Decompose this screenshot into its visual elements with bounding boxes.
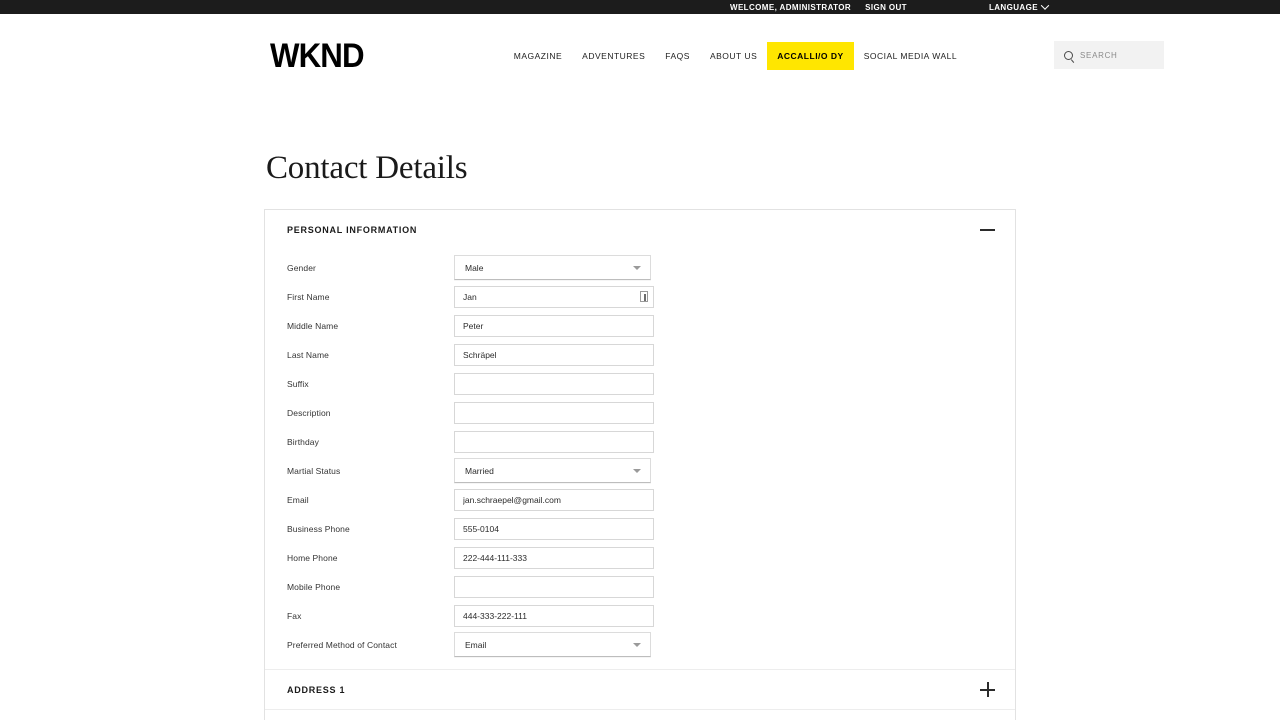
field-label-middle-name: Middle Name (287, 320, 339, 331)
field-label-gender: Gender (287, 262, 316, 273)
input-suffix[interactable] (454, 372, 654, 395)
section-header-address-1[interactable]: ADDRESS 1 (265, 670, 1015, 709)
select-value: Email (465, 639, 487, 650)
select-gender[interactable]: Male (454, 255, 651, 280)
field-control-birthday (454, 430, 654, 453)
search-icon (1064, 50, 1073, 60)
field-control-first-name (454, 285, 654, 308)
form-row-fax: Fax (265, 601, 1015, 630)
input-home-phone[interactable] (454, 546, 654, 569)
utility-bar: WELCOME, ADMINISTRATOR SIGN OUT LANGUAGE (0, 0, 1280, 14)
language-selector[interactable]: LANGUAGE (988, 1, 1050, 12)
input-email[interactable] (454, 488, 654, 511)
form-row-middle-name: Middle Name (265, 311, 1015, 340)
form-row-business-phone: Business Phone (265, 514, 1015, 543)
main-navigation: MAGAZINE ADVENTURES FAQS ABOUT US ACCALLI/O … (504, 42, 967, 70)
section-header-personal-information[interactable]: PERSONAL INFORMATION (265, 210, 1015, 249)
chevron-down-icon (1040, 1, 1050, 10)
form-row-mobile-phone: Mobile Phone (265, 572, 1015, 601)
sign-out-link[interactable]: SIGN OUT (865, 3, 907, 12)
field-label-business-phone: Business Phone (287, 523, 350, 534)
main-content: Contact Details PERSONAL INFORMATION Gen… (264, 98, 1016, 720)
field-control-gender: Male (454, 255, 651, 280)
form-row-first-name: First Name (265, 282, 1015, 311)
nav-item-faqs[interactable]: FAQS (655, 42, 700, 70)
wknd-logo[interactable]: WKND (270, 39, 365, 73)
minus-icon[interactable] (980, 228, 995, 231)
form-row-email: Email (265, 485, 1015, 514)
input-fax[interactable] (454, 604, 654, 627)
nav-item-accalli-o-dy[interactable]: ACCALLI/O DY (767, 42, 854, 70)
field-control-last-name (454, 343, 654, 366)
field-control-description (454, 401, 654, 424)
field-control-home-phone (454, 546, 654, 569)
select-martial-status[interactable]: Married (454, 458, 651, 483)
field-label-birthday: Birthday (287, 436, 319, 447)
input-mobile-phone[interactable] (454, 575, 654, 598)
chevron-down-icon (633, 468, 641, 473)
field-label-fax: Fax (287, 610, 302, 621)
nav-item-about-us[interactable]: ABOUT US (700, 42, 767, 70)
language-label: LANGUAGE (988, 2, 1038, 12)
input-first-name[interactable] (454, 285, 654, 308)
search-input[interactable]: SEARCH (1054, 41, 1164, 69)
field-control-email (454, 488, 654, 511)
field-label-mobile-phone: Mobile Phone (287, 581, 341, 592)
nav-item-social-media-wall[interactable]: SOCIAL MEDIA WALL (854, 42, 967, 70)
plus-icon[interactable] (980, 682, 995, 697)
input-last-name[interactable] (454, 343, 654, 366)
field-label-first-name: First Name (287, 291, 330, 302)
form-row-suffix: Suffix (265, 369, 1015, 398)
search-placeholder: SEARCH (1080, 50, 1118, 60)
nav-item-adventures[interactable]: ADVENTURES (572, 42, 655, 70)
chevron-down-icon (633, 265, 641, 270)
form-row-last-name: Last Name (265, 340, 1015, 369)
field-label-last-name: Last Name (287, 349, 330, 360)
section-header-address-2[interactable]: ADDRESS 2 (265, 710, 1015, 720)
field-control-middle-name (454, 314, 654, 337)
select-value: Married (465, 465, 494, 476)
contact-details-panel: PERSONAL INFORMATION Gender Male First Nam… (264, 209, 1016, 720)
nav-item-magazine[interactable]: MAGAZINE (504, 42, 572, 70)
form-row-birthday: Birthday (265, 427, 1015, 456)
field-control-martial-status: Married (454, 458, 651, 483)
form-row-preferred-method-of-contact: Preferred Method of Contact Email (265, 630, 1015, 659)
field-label-description: Description (287, 407, 331, 418)
field-control-suffix (454, 372, 654, 395)
page-title: Contact Details (266, 150, 468, 186)
field-label-preferred-method-of-contact: Preferred Method of Contact (287, 639, 397, 650)
input-middle-name[interactable] (454, 314, 654, 337)
form-row-home-phone: Home Phone (265, 543, 1015, 572)
field-control-preferred-method-of-contact: Email (454, 632, 651, 657)
personal-information-form: Gender Male First Name Middle Name Last Name… (265, 249, 1015, 669)
select-preferred-method-of-contact[interactable]: Email (454, 632, 651, 657)
input-description[interactable] (454, 401, 654, 424)
field-label-martial-status: Martial Status (287, 465, 341, 476)
field-control-business-phone (454, 517, 654, 540)
form-row-gender: Gender Male (265, 253, 1015, 282)
field-control-fax (454, 604, 654, 627)
field-label-email: Email (287, 494, 309, 505)
field-label-home-phone: Home Phone (287, 552, 338, 563)
section-title: ADDRESS 1 (287, 684, 346, 695)
chevron-down-icon (633, 642, 641, 647)
input-birthday[interactable] (454, 430, 654, 453)
field-label-suffix: Suffix (287, 378, 309, 389)
form-row-description: Description (265, 398, 1015, 427)
section-title: PERSONAL INFORMATION (287, 224, 418, 235)
input-business-phone[interactable] (454, 517, 654, 540)
form-row-martial-status: Martial Status Married (265, 456, 1015, 485)
site-header: WKND MAGAZINE ADVENTURES FAQS ABOUT US ACCAL… (0, 14, 1280, 98)
field-indicator-icon[interactable] (640, 290, 648, 302)
select-value: Male (465, 262, 484, 273)
welcome-text: WELCOME, ADMINISTRATOR (730, 2, 852, 12)
field-control-mobile-phone (454, 575, 654, 598)
